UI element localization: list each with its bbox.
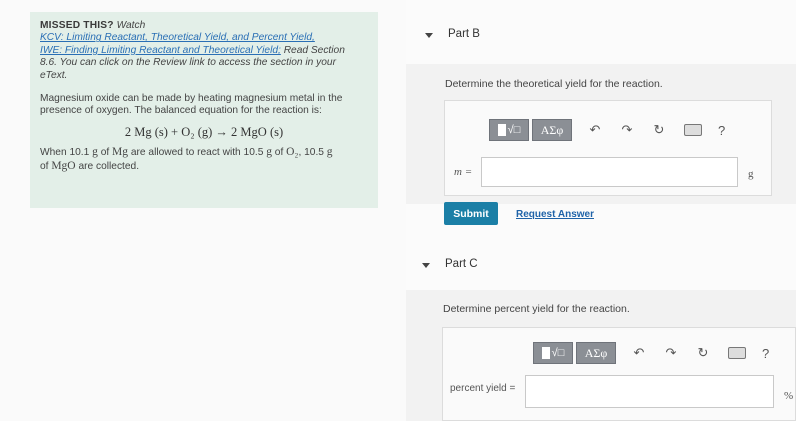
- request-answer-link[interactable]: Request Answer: [516, 209, 594, 220]
- read-section-line2: 8.6. You can click on the Review link to…: [40, 57, 336, 69]
- missed-this-line: MISSED THIS? Watch: [40, 20, 368, 32]
- missed-label: MISSED THIS?: [40, 20, 114, 31]
- theoretical-yield-input[interactable]: [481, 157, 738, 187]
- templates-button[interactable]: √□: [533, 342, 573, 364]
- undo-icon[interactable]: ↶: [586, 121, 604, 139]
- watch-label: Watch: [116, 20, 146, 31]
- part-c-toolbar: √□ ΑΣφ ↶ ↷ ↻ ?: [533, 341, 769, 365]
- part-b-collapse-icon[interactable]: [425, 33, 433, 38]
- read-section-line3: eText.: [40, 69, 68, 81]
- redo-icon[interactable]: ↷: [618, 121, 636, 139]
- kcv-link[interactable]: KCV: Limiting Reactant, Theoretical Yiel…: [40, 32, 315, 43]
- page: MISSED THIS? Watch KCV: Limiting Reactan…: [0, 0, 796, 421]
- given-data: When 10.1 g of Mg are allowed to react w…: [40, 146, 333, 172]
- part-b-input-label: m =: [454, 166, 473, 178]
- iwe-link[interactable]: IWE: Finding Limiting Reactant and Theor…: [40, 45, 281, 56]
- help-icon[interactable]: ?: [762, 346, 769, 361]
- redo-icon[interactable]: ↷: [662, 344, 680, 362]
- submit-button[interactable]: Submit: [444, 202, 498, 225]
- templates-button[interactable]: √□: [489, 119, 529, 141]
- problem-text-line1: Magnesium oxide can be made by heating m…: [40, 93, 343, 105]
- part-c-prompt: Determine percent yield for the reaction…: [443, 303, 630, 315]
- balanced-equation: 2 Mg (s) + O₂ (g) → 2 MgO (s): [124, 124, 284, 139]
- reset-icon[interactable]: ↻: [694, 344, 712, 362]
- greek-symbols-button[interactable]: ΑΣφ: [576, 342, 616, 364]
- part-c-collapse-icon[interactable]: [422, 263, 430, 268]
- percent-yield-input[interactable]: [525, 375, 774, 408]
- part-c-unit: %: [784, 390, 794, 402]
- keyboard-icon[interactable]: [684, 124, 702, 136]
- part-b-unit: g: [748, 168, 754, 180]
- reset-icon[interactable]: ↻: [650, 121, 668, 139]
- part-b-prompt: Determine the theoretical yield for the …: [445, 78, 663, 90]
- keyboard-icon[interactable]: [728, 347, 746, 359]
- part-b-toolbar: √□ ΑΣφ ↶ ↷ ↻ ?: [489, 118, 725, 142]
- hint-panel: MISSED THIS? Watch KCV: Limiting Reactan…: [30, 12, 378, 208]
- read-section-text: Read Section: [280, 44, 345, 56]
- part-c-header[interactable]: Part C: [445, 258, 478, 270]
- problem-text-line2: presence of oxygen. The balanced equatio…: [40, 105, 322, 117]
- part-c-input-label: percent yield =: [450, 383, 516, 394]
- undo-icon[interactable]: ↶: [630, 344, 648, 362]
- part-b-header[interactable]: Part B: [448, 28, 480, 40]
- greek-symbols-button[interactable]: ΑΣφ: [532, 119, 572, 141]
- left-column: MISSED THIS? Watch KCV: Limiting Reactan…: [0, 0, 406, 421]
- help-icon[interactable]: ?: [718, 123, 725, 138]
